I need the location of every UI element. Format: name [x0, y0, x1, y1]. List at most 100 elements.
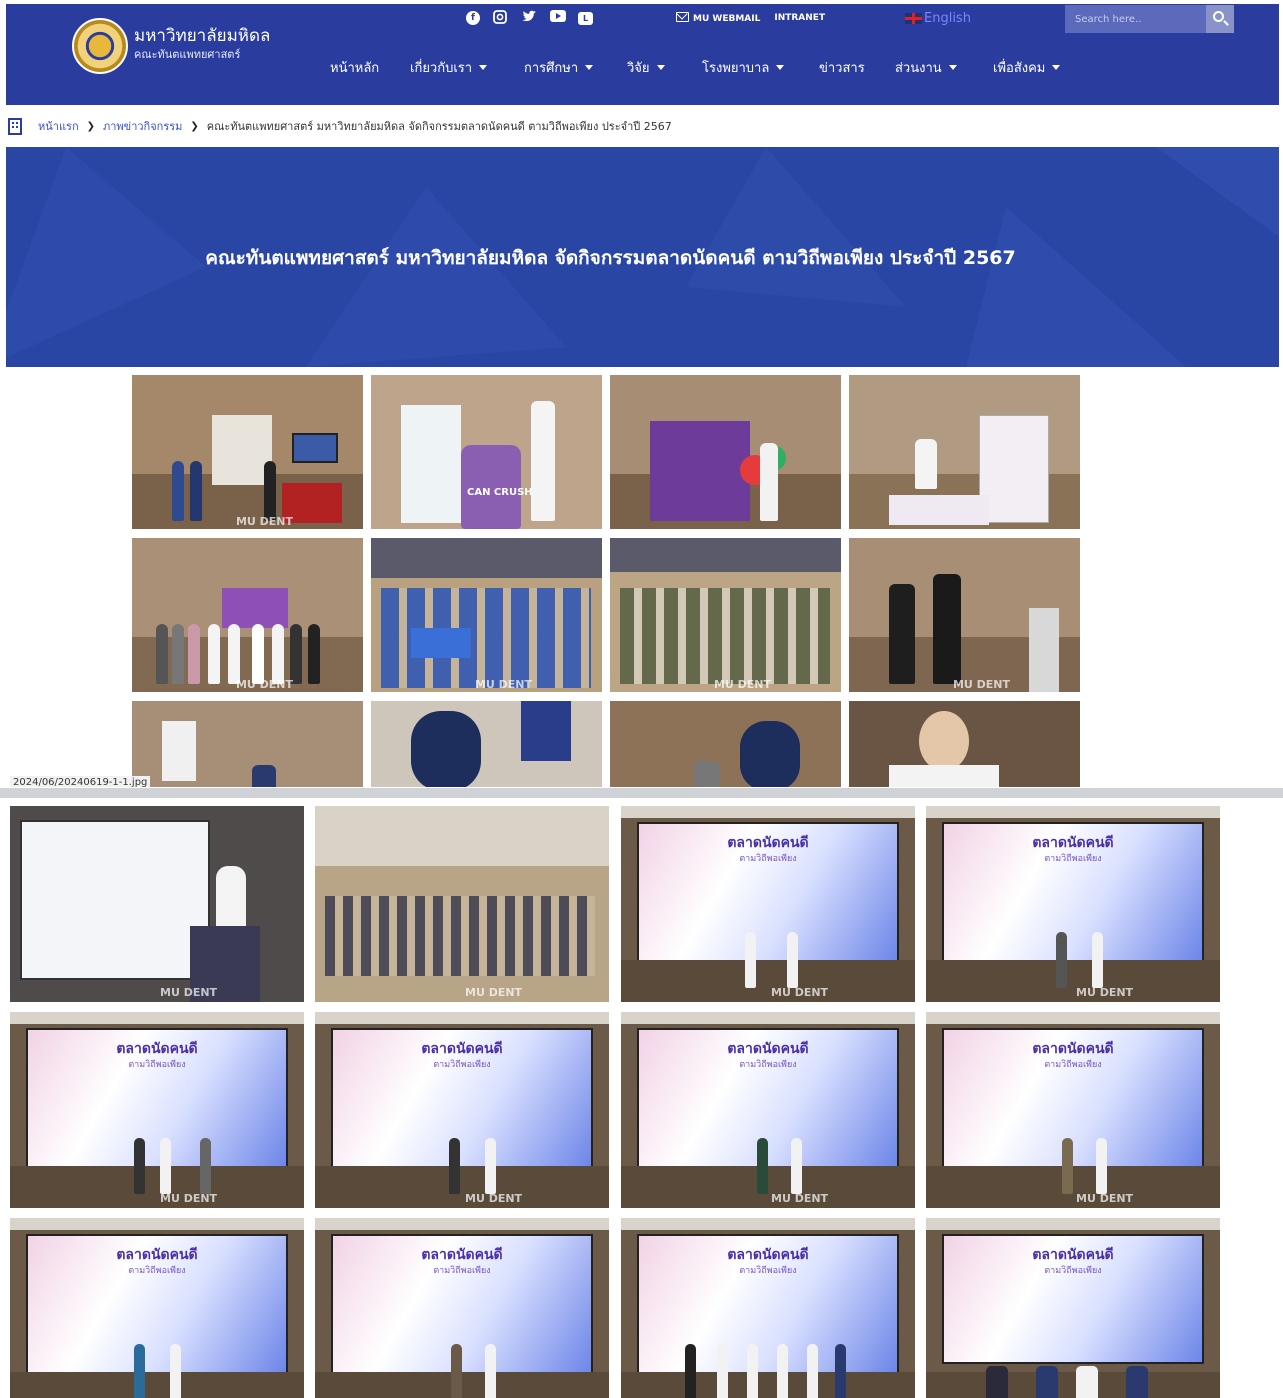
- nav-about[interactable]: เกี่ยวกับเรา: [410, 58, 488, 80]
- search-input[interactable]: [1065, 5, 1206, 33]
- search-button[interactable]: [1206, 5, 1234, 33]
- nav-education-label: การศึกษา: [524, 61, 579, 76]
- screen-subtitle: ตามวิถีพอเพียง: [433, 1266, 491, 1276]
- watermark: MU DENT: [713, 678, 771, 691]
- nav-about-label: เกี่ยวกับเรา: [410, 61, 473, 76]
- webmail-label: MU WEBMAIL: [693, 14, 761, 24]
- gallery-photo[interactable]: MU DENT: [132, 375, 363, 529]
- caret-down-icon: [948, 65, 957, 70]
- top-utility-links: MU WEBMAIL INTRANET: [676, 12, 825, 24]
- gallery-photo[interactable]: [132, 701, 363, 787]
- gallery-photo[interactable]: ตลาดนัดคนดี ตามวิถีพอเพียง: [315, 1218, 609, 1398]
- gallery-photo[interactable]: ตลาดนัดคนดี ตามวิถีพอเพียง: [621, 1218, 915, 1398]
- nav-education[interactable]: การศึกษา: [524, 58, 594, 80]
- gallery-photo[interactable]: MU DENT: [315, 806, 609, 1002]
- breadcrumb: หน้าแรก ❯ ภาพข่าวกิจกรรม ❯ คณะทันตแพทยศา…: [6, 105, 1279, 147]
- watermark: MU DENT: [465, 1192, 523, 1205]
- watermark: MU DENT: [771, 1192, 829, 1205]
- watermark: MU DENT: [235, 515, 293, 528]
- caret-down-icon: [1052, 65, 1061, 70]
- screen-subtitle: ตามวิถีพอเพียง: [128, 1266, 186, 1276]
- gallery-photo[interactable]: ตลาดนัดคนดี ตามวิถีพอเพียง MU DENT: [10, 1012, 304, 1208]
- line-icon[interactable]: L: [578, 12, 593, 25]
- gallery-photo[interactable]: MU DENT: [610, 538, 841, 692]
- watermark: MU DENT: [1076, 1192, 1134, 1205]
- caret-down-icon: [585, 65, 594, 70]
- chevron-right-icon: ❯: [190, 120, 199, 132]
- nav-departments-label: ส่วนงาน: [895, 61, 942, 76]
- screenshot-divider: [0, 788, 1283, 798]
- screen-subtitle: ตามวิถีพอเพียง: [1044, 1060, 1102, 1070]
- nav-research[interactable]: วิจัย: [627, 58, 665, 80]
- nav-society[interactable]: เพื่อสังคม: [993, 58, 1061, 80]
- watermark: MU DENT: [465, 986, 523, 999]
- watermark: MU DENT: [771, 986, 829, 999]
- screen-subtitle: ตามวิถีพอเพียง: [739, 854, 797, 864]
- gallery-photo[interactable]: ตลาดนัดคนดี ตามวิถีพอเพียง MU DENT: [621, 1012, 915, 1208]
- watermark: MU DENT: [235, 678, 293, 691]
- nav-departments[interactable]: ส่วนงาน: [895, 58, 957, 80]
- screen-subtitle: ตามวิถีพอเพียง: [1044, 1266, 1102, 1276]
- gallery-photo[interactable]: ตลาดนัดคนดี ตามวิถีพอเพียง MU DENT: [926, 1012, 1220, 1208]
- nav-society-label: เพื่อสังคม: [993, 61, 1046, 76]
- building-icon: [8, 117, 22, 135]
- page-title: คณะทันตแพทยศาสตร์ มหาวิทยาลัยมหิดล จัดกิ…: [205, 247, 1016, 269]
- gallery-photo[interactable]: MU DENT: [371, 538, 602, 692]
- nav-home-label: หน้าหลัก: [330, 61, 380, 76]
- breadcrumb-home[interactable]: หน้าแรก: [38, 117, 79, 135]
- screen-subtitle: ตามวิถีพอเพียง: [739, 1060, 797, 1070]
- gallery-photo[interactable]: [371, 701, 602, 787]
- twitter-icon[interactable]: [520, 10, 538, 26]
- gallery-photo[interactable]: [849, 375, 1080, 529]
- screen-subtitle: ตามวิถีพอเพียง: [739, 1266, 797, 1276]
- breadcrumb-current: คณะทันตแพทยศาสตร์ มหาวิทยาลัยมหิดล จัดกิ…: [206, 120, 672, 133]
- app-root: มหาวิทยาลัยมหิดล คณะทันตแพทยศาสตร์ f L M…: [0, 0, 1283, 1398]
- gallery-photo[interactable]: ตลาดนัดคนดี ตามวิถีพอเพียง: [10, 1218, 304, 1398]
- youtube-icon[interactable]: [549, 10, 567, 26]
- language-switch[interactable]: English: [905, 11, 971, 26]
- webmail-link[interactable]: MU WEBMAIL: [676, 12, 760, 24]
- search-icon: [1213, 11, 1224, 22]
- gallery-photo[interactable]: [849, 701, 1080, 787]
- search-box: [1065, 5, 1234, 33]
- nav-news[interactable]: ข่าวสาร: [819, 58, 865, 80]
- university-logo[interactable]: [72, 18, 128, 74]
- uk-flag-icon: [905, 13, 922, 24]
- facebook-icon[interactable]: f: [466, 11, 480, 25]
- social-links: f L: [466, 10, 593, 28]
- screen-subtitle: ตามวิถีพอเพียง: [128, 1060, 186, 1070]
- nav-hospital-label: โรงพยาบาล: [702, 61, 770, 76]
- gallery-photo[interactable]: ตลาดนัดคนดี ตามวิถีพอเพียง MU DENT: [315, 1012, 609, 1208]
- university-name[interactable]: มหาวิทยาลัยมหิดล: [134, 26, 270, 46]
- gallery-photo[interactable]: MU DENT: [132, 538, 363, 692]
- watermark: MU DENT: [1076, 986, 1134, 999]
- gallery-photo[interactable]: CAN CRUSHER: [371, 375, 602, 529]
- gallery-photo[interactable]: ตลาดนัดคนดี ตามวิถีพอเพียง: [926, 1218, 1220, 1398]
- watermark: MU DENT: [474, 678, 532, 691]
- nav-research-label: วิจัย: [627, 61, 650, 76]
- gallery-photo[interactable]: MU DENT: [10, 806, 304, 1002]
- watermark: MU DENT: [952, 678, 1010, 691]
- gallery-photo[interactable]: ตลาดนัดคนดี ตามวิถีพอเพียง MU DENT: [621, 806, 915, 1002]
- intranet-link[interactable]: INTRANET: [774, 13, 825, 23]
- watermark: MU DENT: [160, 1192, 218, 1205]
- gallery-photo[interactable]: ตลาดนัดคนดี ตามวิถีพอเพียง MU DENT: [926, 806, 1220, 1002]
- nav-news-label: ข่าวสาร: [819, 61, 865, 76]
- hero-banner: คณะทันตแพทยศาสตร์ มหาวิทยาลัยมหิดล จัดกิ…: [6, 147, 1279, 367]
- mail-icon: [676, 12, 689, 22]
- instagram-icon[interactable]: [491, 10, 509, 26]
- gallery-photo[interactable]: [610, 701, 841, 787]
- nav-home[interactable]: หน้าหลัก: [330, 58, 379, 80]
- breadcrumb-category[interactable]: ภาพข่าวกิจกรรม: [103, 117, 182, 135]
- faculty-name[interactable]: คณะทันตแพทยศาสตร์: [134, 48, 240, 62]
- site-header: มหาวิทยาลัยมหิดล คณะทันตแพทยศาสตร์ f L M…: [6, 4, 1279, 105]
- caret-down-icon: [479, 65, 488, 70]
- nav-hospital[interactable]: โรงพยาบาล: [702, 58, 785, 80]
- gallery-photo[interactable]: [610, 375, 841, 529]
- gallery-photo[interactable]: MU DENT: [849, 538, 1080, 692]
- page-viewport-bottom: MU DENT MU DENT ตลาดนัดคนดี ตามวิถีพอเพีย…: [0, 798, 1283, 1398]
- watermark: MU DENT: [160, 986, 218, 999]
- page-viewport-top: มหาวิทยาลัยมหิดล คณะทันตแพทยศาสตร์ f L M…: [6, 4, 1279, 787]
- language-label: English: [924, 11, 971, 26]
- chevron-right-icon: ❯: [86, 120, 95, 132]
